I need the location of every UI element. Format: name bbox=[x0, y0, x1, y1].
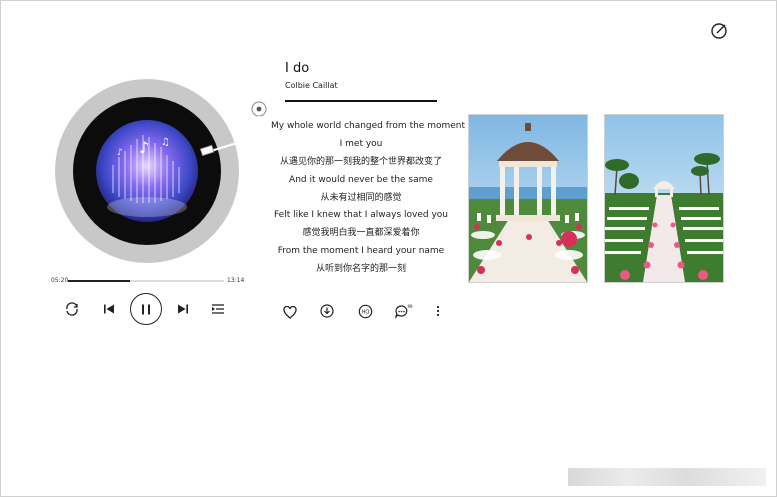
heart-icon[interactable] bbox=[281, 303, 299, 321]
pause-icon bbox=[142, 304, 150, 314]
lyric-line: Felt like I knew that I always loved you bbox=[274, 210, 448, 220]
title-divider bbox=[285, 100, 437, 102]
lyric-line: 从遇见你的那一刻我的整个世界都改变了 bbox=[279, 157, 442, 167]
lyric-line: And it would never be the same bbox=[289, 175, 433, 185]
svg-text:♪: ♪ bbox=[139, 138, 149, 157]
song-artist: Colbie Caillat bbox=[285, 81, 338, 90]
comment-icon[interactable]: 99 bbox=[393, 302, 415, 320]
wedding-photo-aisle bbox=[604, 114, 724, 283]
album-art: ♪ ♫ ♪ bbox=[96, 120, 198, 222]
lyric-line: I met you bbox=[339, 139, 383, 149]
lyric-line: 从听到你名字的那一刻 bbox=[315, 264, 406, 274]
lyric-line: 感觉我明白我一直都深爱着你 bbox=[302, 228, 420, 238]
sound-quality-icon[interactable]: HQ bbox=[356, 302, 374, 320]
progress-bar[interactable] bbox=[68, 280, 224, 282]
previous-icon[interactable] bbox=[101, 301, 117, 317]
progress-fill bbox=[68, 280, 131, 282]
lyric-line: My whole world changed from the moment bbox=[271, 121, 466, 131]
svg-text:♫: ♫ bbox=[161, 137, 170, 148]
lyric-line: 从未有过相同的感觉 bbox=[320, 193, 402, 203]
song-title: I do bbox=[285, 61, 310, 76]
repeat-icon[interactable] bbox=[63, 300, 81, 318]
duration-time: 13:14 bbox=[227, 277, 245, 284]
svg-text:♪: ♪ bbox=[117, 148, 123, 158]
quality-label: HQ bbox=[361, 309, 369, 315]
edit-icon[interactable] bbox=[709, 21, 729, 41]
bottom-bar-placeholder bbox=[568, 468, 766, 486]
turntable: ♪ ♫ ♪ bbox=[51, 75, 271, 270]
more-icon[interactable] bbox=[431, 302, 445, 320]
elapsed-time: 05:20 bbox=[51, 277, 69, 284]
wedding-photo-gazebo bbox=[468, 114, 588, 283]
lyric-line: From the moment I heard your name bbox=[277, 246, 445, 256]
pause-button[interactable] bbox=[130, 293, 162, 325]
playlist-icon[interactable] bbox=[209, 301, 227, 317]
next-icon[interactable] bbox=[175, 301, 191, 317]
download-icon[interactable] bbox=[318, 302, 336, 320]
comment-count-badge: 99 bbox=[408, 304, 414, 309]
